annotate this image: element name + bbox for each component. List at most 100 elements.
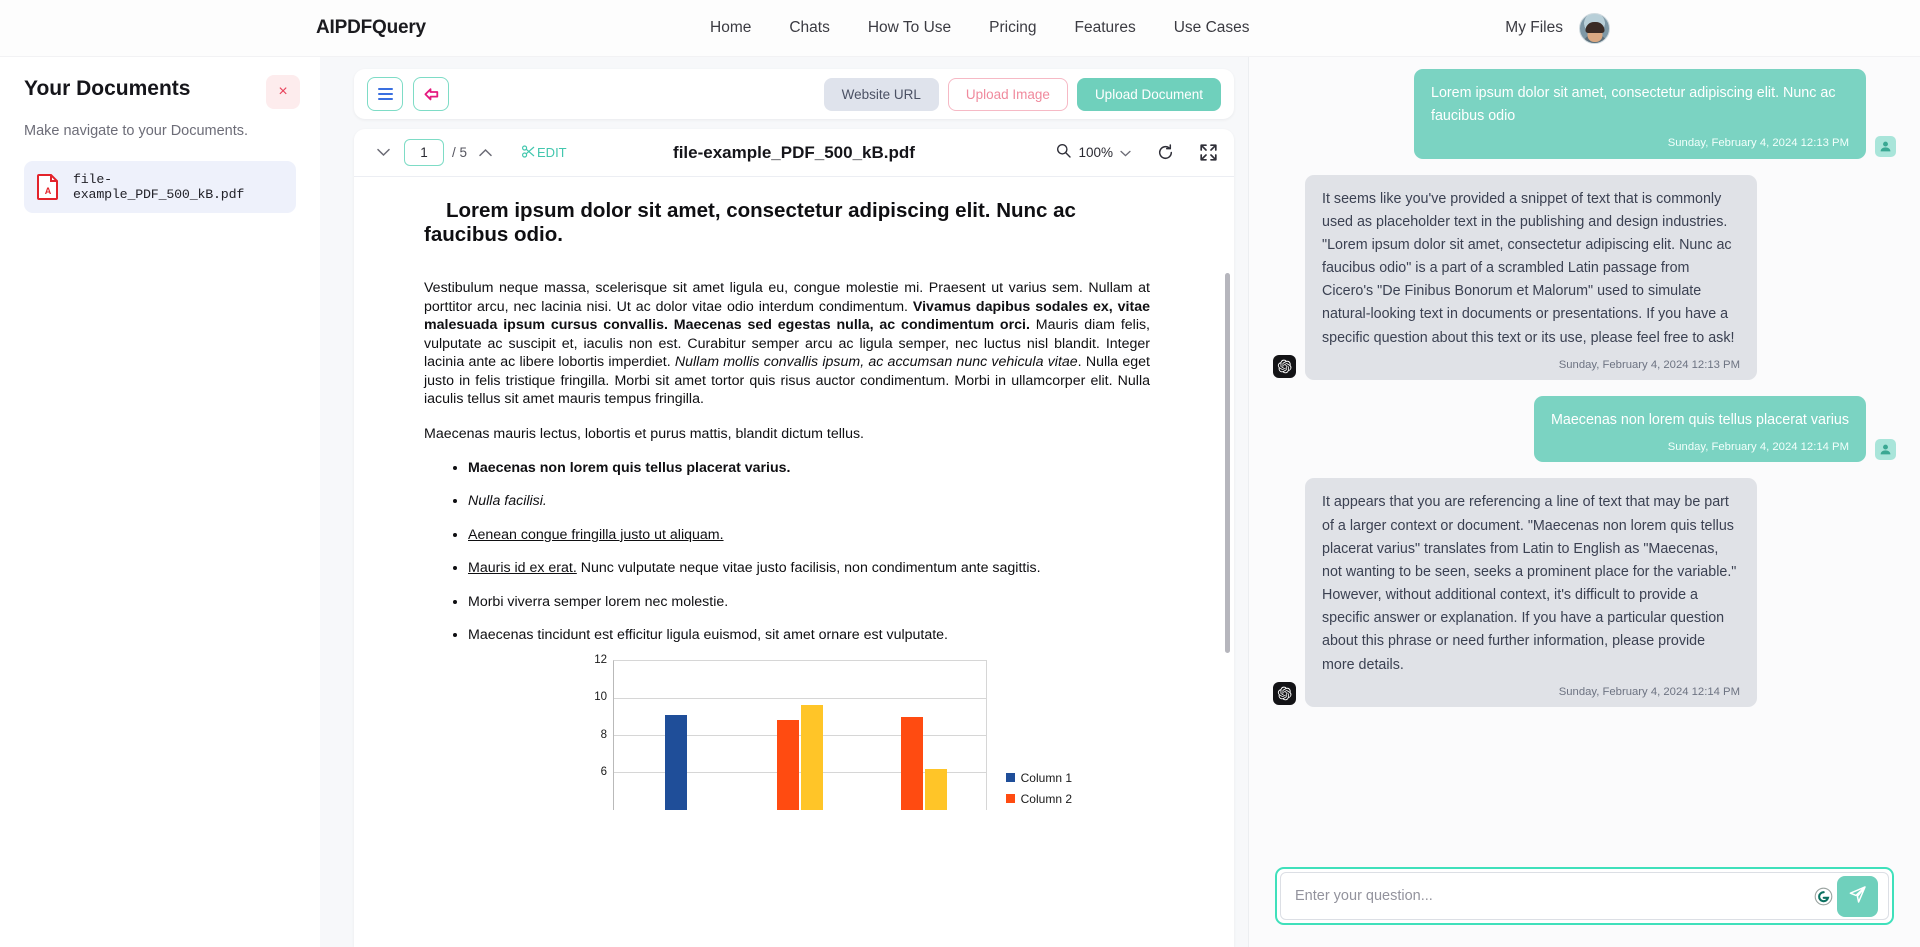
chat-input[interactable] bbox=[1295, 888, 1814, 904]
fullscreen-icon[interactable] bbox=[1200, 144, 1217, 161]
chevron-down-icon[interactable] bbox=[371, 141, 396, 164]
pdf-bullet-list: Maecenas non lorem quis tellus placerat … bbox=[448, 459, 1150, 645]
upload-image-button[interactable]: Upload Image bbox=[947, 77, 1068, 111]
chart-bar bbox=[925, 768, 947, 810]
search-icon bbox=[1056, 143, 1072, 163]
chat-composer bbox=[1249, 851, 1920, 947]
page-number-input[interactable] bbox=[404, 139, 444, 166]
nav-item-pricing[interactable]: Pricing bbox=[989, 19, 1036, 37]
y-tick-label: 12 bbox=[594, 653, 607, 666]
nav-item-chats[interactable]: Chats bbox=[789, 19, 830, 37]
chat-message-row: It appears that you are referencing a li… bbox=[1273, 478, 1896, 707]
y-tick-label: 6 bbox=[600, 766, 607, 779]
message-timestamp: Sunday, February 4, 2024 12:13 PM bbox=[1667, 137, 1849, 150]
user-message-bubble: Maecenas non lorem quis tellus placerat … bbox=[1533, 396, 1866, 463]
message-text: Maecenas non lorem quis tellus placerat … bbox=[1550, 412, 1849, 428]
chart-bar-group bbox=[738, 661, 862, 810]
avatar[interactable] bbox=[1579, 12, 1610, 44]
chevron-down-icon bbox=[1120, 144, 1131, 162]
user-avatar-icon bbox=[1875, 135, 1896, 157]
pdf-viewer-toolbar: / 5 EDIT file-example_PDF_500_kB.pdf bbox=[354, 129, 1234, 176]
chart-legend: Column 1 Column 2 bbox=[1005, 771, 1072, 806]
pdf-text-run: Morbi viverra semper lorem nec molestie. bbox=[468, 593, 729, 610]
y-tick-label: 10 bbox=[594, 691, 607, 704]
close-icon[interactable]: × bbox=[266, 75, 300, 109]
chart-bar bbox=[777, 720, 799, 810]
refresh-icon[interactable] bbox=[1157, 144, 1174, 161]
grammarly-icon[interactable] bbox=[1814, 887, 1833, 906]
sidebar-title: Your Documents bbox=[24, 77, 191, 100]
app-body: Your Documents × Make navigate to your D… bbox=[0, 57, 1920, 947]
app-brand-title: AIPDFQuery bbox=[316, 17, 426, 38]
message-text: Lorem ipsum dolor sit amet, consectetur … bbox=[1431, 85, 1836, 125]
zoom-level-label: 100% bbox=[1078, 145, 1113, 160]
chat-message-list[interactable]: Lorem ipsum dolor sit amet, consectetur … bbox=[1249, 57, 1920, 851]
arrow-left-icon[interactable] bbox=[413, 77, 449, 111]
main-nav-links: Home Chats How To Use Pricing Features U… bbox=[710, 19, 1250, 37]
edit-button[interactable]: EDIT bbox=[522, 144, 567, 161]
documents-sidebar: Your Documents × Make navigate to your D… bbox=[0, 57, 320, 947]
document-name: file-example_PDF_500_kB.pdf bbox=[73, 172, 245, 202]
edit-label: EDIT bbox=[537, 145, 567, 160]
bar-chart: 12 10 8 6 Column 1 Column 2 bbox=[587, 654, 1072, 810]
viewer-right-controls: 100% bbox=[1056, 143, 1217, 163]
chat-message-row: Maecenas non lorem quis tellus placerat … bbox=[1273, 396, 1896, 463]
send-icon bbox=[1848, 885, 1867, 907]
composer-inner bbox=[1280, 872, 1889, 920]
pdf-text-underline: Mauris id ex erat. bbox=[468, 560, 577, 577]
pdf-text-italic: Nullam mollis convallis ipsum, ac accums… bbox=[674, 354, 1078, 371]
svg-text:A: A bbox=[45, 186, 52, 196]
message-timestamp: Sunday, February 4, 2024 12:13 PM bbox=[1558, 358, 1740, 371]
pdf-paragraph-2: Maecenas mauris lectus, lobortis et puru… bbox=[424, 425, 864, 442]
legend-entry: Column 2 bbox=[1005, 792, 1072, 806]
openai-logo-icon bbox=[1273, 355, 1296, 378]
openai-logo-icon bbox=[1273, 682, 1296, 705]
document-list-item[interactable]: A file-example_PDF_500_kB.pdf bbox=[24, 161, 296, 213]
send-button[interactable] bbox=[1837, 875, 1878, 917]
nav-item-use-cases[interactable]: Use Cases bbox=[1174, 19, 1250, 37]
chat-message-row: It seems like you've provided a snippet … bbox=[1273, 174, 1896, 380]
legend-swatch bbox=[1005, 773, 1015, 783]
pdf-viewer-card: / 5 EDIT file-example_PDF_500_kB.pdf bbox=[354, 129, 1234, 947]
pdf-text-run: Maecenas tincidunt est efficitur ligula … bbox=[468, 627, 948, 644]
pdf-text-bold: Maecenas non lorem quis tellus placerat … bbox=[468, 460, 791, 476]
hamburger-icon[interactable] bbox=[367, 77, 403, 111]
message-text: It appears that you are referencing a li… bbox=[1322, 494, 1737, 673]
chat-panel: Lorem ipsum dolor sit amet, consectetur … bbox=[1248, 57, 1920, 947]
pdf-scrollbar-thumb[interactable] bbox=[1225, 273, 1230, 653]
chart-bar bbox=[801, 704, 823, 810]
upload-document-button[interactable]: Upload Document bbox=[1076, 77, 1221, 111]
pdf-paragraph-1: Vestibulum neque massa, scelerisque sit … bbox=[424, 279, 1150, 408]
pdf-list-item: Maecenas tincidunt est efficitur ligula … bbox=[468, 626, 1150, 644]
bot-message-bubble: It appears that you are referencing a li… bbox=[1305, 478, 1757, 707]
zoom-control[interactable]: 100% bbox=[1056, 143, 1131, 163]
pdf-pane: Website URL Upload Image Upload Document… bbox=[320, 57, 1248, 947]
message-timestamp: Sunday, February 4, 2024 12:14 PM bbox=[1558, 685, 1740, 698]
top-navigation-bar: AIPDFQuery Home Chats How To Use Pricing… bbox=[0, 0, 1920, 57]
pdf-page-container: Lorem ipsum dolor sit amet, consectetur … bbox=[354, 176, 1234, 947]
nav-item-features[interactable]: Features bbox=[1075, 19, 1136, 37]
message-text: It seems like you've provided a snippet … bbox=[1322, 190, 1735, 346]
pdf-page-1: Lorem ipsum dolor sit amet, consectetur … bbox=[354, 177, 1220, 947]
pdf-text-italic: Nulla facilisi. bbox=[468, 493, 547, 510]
nav-item-my-files[interactable]: My Files bbox=[1505, 19, 1563, 37]
upload-buttons-group: Website URL Upload Image Upload Document bbox=[823, 77, 1221, 111]
nav-item-home[interactable]: Home bbox=[710, 19, 751, 37]
chart-bars bbox=[614, 661, 986, 810]
pdf-text-run: Nunc vulputate neque vitae justo facilis… bbox=[576, 560, 1041, 577]
chevron-up-icon[interactable] bbox=[473, 141, 498, 164]
nav-item-how-to-use[interactable]: How To Use bbox=[868, 19, 951, 37]
pdf-list-item: Nulla facilisi. bbox=[468, 492, 1150, 510]
website-url-button[interactable]: Website URL bbox=[823, 77, 939, 111]
bot-message-bubble: It seems like you've provided a snippet … bbox=[1305, 174, 1757, 380]
chat-message-row: Lorem ipsum dolor sit amet, consectetur … bbox=[1273, 69, 1896, 159]
legend-swatch bbox=[1005, 794, 1015, 804]
user-avatar-icon bbox=[1875, 439, 1896, 461]
scissors-icon bbox=[522, 144, 535, 161]
chart-bar-group bbox=[614, 661, 738, 810]
chart-bar-group bbox=[862, 661, 986, 810]
nav-right-group: My Files bbox=[1505, 12, 1610, 44]
chart-y-axis: 12 10 8 6 bbox=[587, 654, 613, 810]
chart-bar bbox=[665, 714, 687, 810]
pdf-chart-block: 12 10 8 6 Column 1 Column 2 bbox=[424, 654, 1150, 810]
